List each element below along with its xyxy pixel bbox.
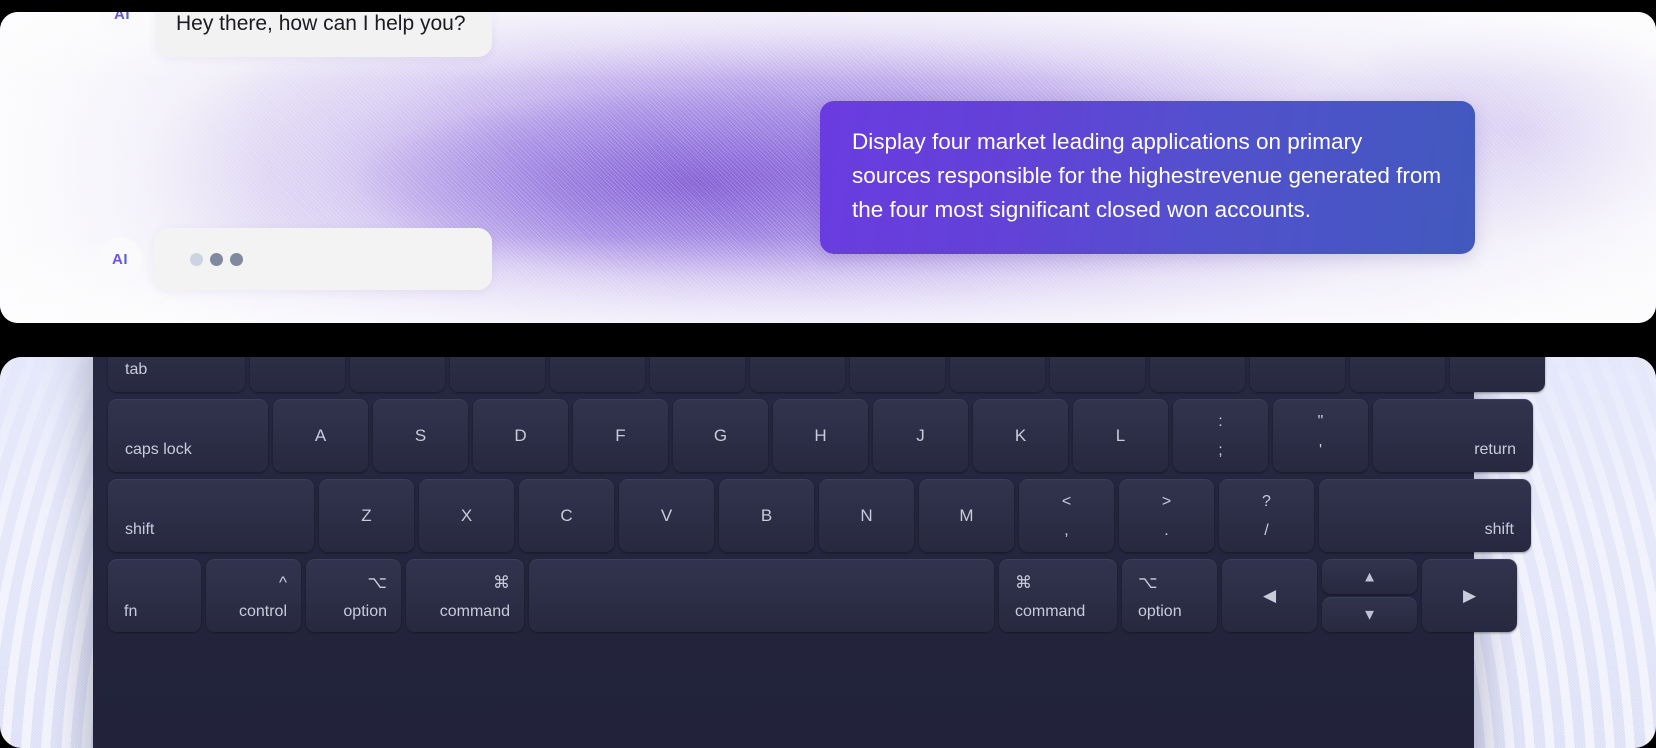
key-y[interactable] — [750, 357, 845, 392]
assistant-greeting-row: AI Hey there, how can I help you? — [100, 12, 492, 58]
key-control[interactable]: ^ control — [206, 559, 301, 632]
chat-panel: AI Hey there, how can I help you? Displa… — [0, 12, 1656, 323]
avatar-label: AI — [114, 12, 130, 23]
key-slash[interactable]: ? / — [1219, 479, 1314, 552]
key-i[interactable] — [950, 357, 1045, 392]
letterbox-top — [0, 0, 1656, 12]
key-bracket-left[interactable]: [ — [1250, 357, 1345, 392]
key-z[interactable]: Z — [319, 479, 414, 552]
keyboard-row-modifiers: fn ^ control ⌥ option ⌘ command ⌘ command ⌥ option… — [101, 559, 1517, 632]
typing-dot-2 — [210, 252, 223, 266]
key-semicolon[interactable]: :; — [1173, 399, 1268, 472]
user-message-row: Display four market leading applications… — [820, 101, 1475, 254]
assistant-avatar: AI — [100, 12, 144, 36]
assistant-avatar-typing: AI — [98, 237, 142, 281]
key-g[interactable]: G — [673, 399, 768, 472]
key-s[interactable]: S — [373, 399, 468, 472]
keyboard[interactable]: tab[]\caps lockASDFGHJKL:;"'returnshiftZ… — [93, 357, 1545, 748]
key-tab[interactable]: tab — [108, 357, 245, 392]
key-o[interactable] — [1050, 357, 1145, 392]
key-command-left[interactable]: ⌘ command — [406, 559, 524, 632]
screen-root: AI Hey there, how can I help you? Displa… — [0, 0, 1656, 748]
key-n[interactable]: N — [819, 479, 914, 552]
key-fn[interactable]: fn — [108, 559, 201, 632]
typing-indicator-bubble — [154, 228, 492, 290]
key-option-left[interactable]: ⌥ option — [306, 559, 401, 632]
key-d[interactable]: D — [473, 399, 568, 472]
key-option-right[interactable]: ⌥ option — [1122, 559, 1217, 632]
key-caps-lock[interactable]: caps lock — [108, 399, 268, 472]
keyboard-row-home: caps lock A S D F G H J K L:; " ' return — [101, 399, 1533, 472]
avatar-label-typing: AI — [112, 250, 128, 268]
key-m[interactable]: M — [919, 479, 1014, 552]
key-period[interactable]: >. — [1119, 479, 1214, 552]
key-e[interactable] — [450, 357, 545, 392]
key-backslash[interactable]: \ — [1450, 357, 1545, 392]
key-arrow-down[interactable]: ▼ — [1322, 597, 1417, 632]
typing-dot-3 — [230, 252, 243, 266]
key-b[interactable]: B — [719, 479, 814, 552]
key-p[interactable] — [1150, 357, 1245, 392]
key-u[interactable] — [850, 357, 945, 392]
key-arrow-left[interactable]: ◀ — [1222, 559, 1317, 632]
key-t[interactable] — [650, 357, 745, 392]
key-return[interactable]: return — [1373, 399, 1533, 472]
key-arrow-right[interactable]: ▶ — [1422, 559, 1517, 632]
keyboard-row-bottom-letters: shift Z X C V B N M <, >.? / shift — [101, 479, 1531, 552]
assistant-typing-row: AI — [98, 228, 492, 290]
key-l[interactable]: L — [1073, 399, 1168, 472]
key-comma[interactable]: <, — [1019, 479, 1114, 552]
key-r[interactable] — [550, 357, 645, 392]
key-a[interactable]: A — [273, 399, 368, 472]
key-c[interactable]: C — [519, 479, 614, 552]
key-f[interactable]: F — [573, 399, 668, 472]
letterbox-middle — [0, 323, 1656, 357]
keyboard-row-numbers: tab []\ — [101, 357, 1545, 392]
chat-message-list: AI Hey there, how can I help you? Displa… — [0, 12, 1656, 323]
key-arrow-updown[interactable]: ▲ ▼ — [1322, 559, 1417, 632]
key-j[interactable]: J — [873, 399, 968, 472]
assistant-message-bubble: Hey there, how can I help you? — [156, 12, 492, 58]
key-w[interactable] — [350, 357, 445, 392]
key-shift-right[interactable]: shift — [1319, 479, 1531, 552]
key-k[interactable]: K — [973, 399, 1068, 472]
key-space[interactable] — [529, 559, 994, 632]
key-shift-left[interactable]: shift — [108, 479, 314, 552]
keyboard-scene: tab[]\caps lockASDFGHJKL:;"'returnshiftZ… — [0, 357, 1656, 748]
typing-dot-1 — [190, 252, 203, 266]
key-arrow-up[interactable]: ▲ — [1322, 559, 1417, 594]
user-message-bubble: Display four market leading applications… — [820, 101, 1475, 254]
key-quote[interactable]: " ' — [1273, 399, 1368, 472]
key-v[interactable]: V — [619, 479, 714, 552]
key-x[interactable]: X — [419, 479, 514, 552]
key-q[interactable] — [250, 357, 345, 392]
key-bracket-right[interactable]: ] — [1350, 357, 1445, 392]
key-h[interactable]: H — [773, 399, 868, 472]
typing-dots — [190, 252, 243, 266]
key-command-right[interactable]: ⌘ command — [999, 559, 1117, 632]
